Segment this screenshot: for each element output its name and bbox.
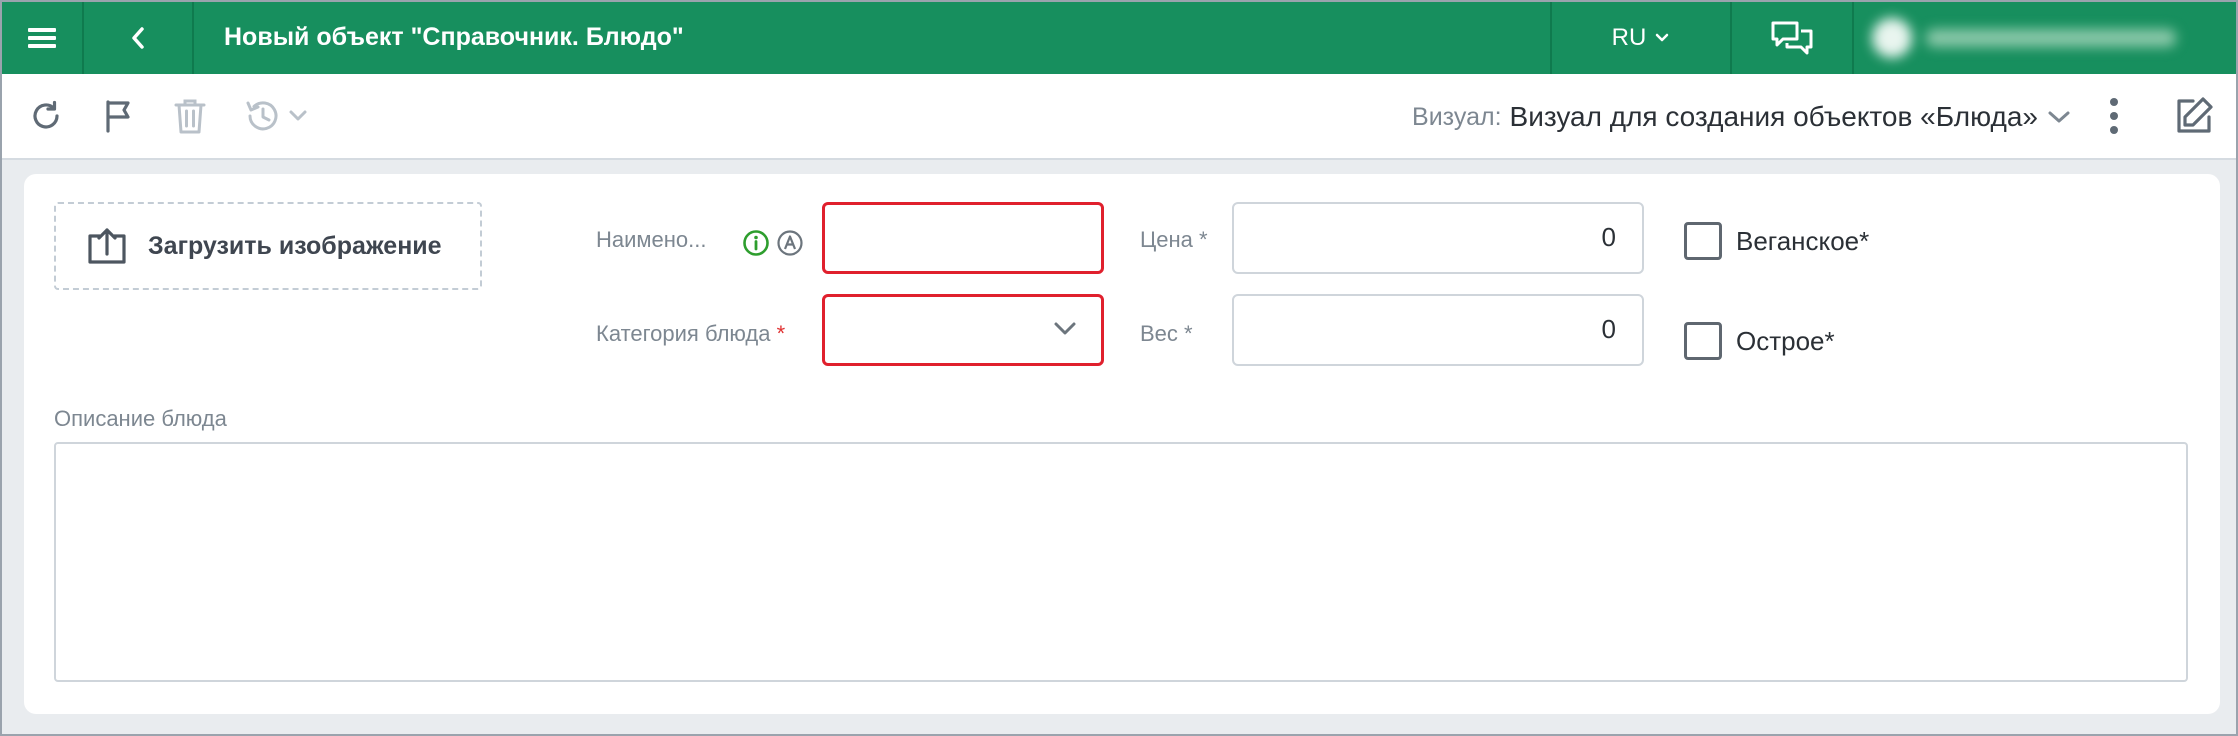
required-mark: * [776, 321, 786, 346]
category-label-text: Категория блюда [596, 321, 771, 346]
upload-icon [88, 228, 126, 264]
app-window: Новый объект "Справочник. Блюдо" RU Визу… [0, 0, 2238, 736]
delete-button[interactable] [168, 94, 212, 138]
edit-button[interactable] [2170, 94, 2218, 138]
top-bar: Новый объект "Справочник. Блюдо" RU [2, 2, 2236, 74]
visual-selector[interactable]: Визуал: Визуал для создания объектов «Бл… [1412, 74, 2072, 160]
menu-button[interactable] [2, 2, 82, 74]
edit-icon [2177, 97, 2213, 133]
chevron-left-icon [132, 27, 144, 49]
refresh-icon [33, 100, 59, 129]
visual-label: Визуал: [1412, 102, 1502, 131]
trash-icon [174, 99, 206, 134]
upload-image-label: Загрузить изображение [148, 231, 442, 260]
name-input[interactable] [822, 202, 1104, 274]
chevron-down-icon [2048, 111, 2070, 123]
user-profile[interactable] [1872, 18, 2212, 58]
history-icon [246, 101, 278, 131]
flag-icon [106, 100, 130, 133]
form-card: Загрузить изображение Наимено... Категор… [24, 174, 2220, 714]
description-textarea[interactable] [54, 442, 2188, 682]
required-mark: * [1199, 227, 1208, 252]
chevron-down-icon [1656, 33, 1669, 42]
auto-translate-icon[interactable] [776, 229, 804, 257]
name-label: Наимено... [596, 227, 707, 252]
weight-label-text: Вес [1140, 321, 1178, 346]
refresh-button[interactable] [24, 94, 68, 138]
upload-image-button[interactable]: Загрузить изображение [54, 202, 482, 290]
info-icon[interactable] [742, 229, 770, 257]
price-input[interactable]: 0 [1232, 202, 1644, 274]
weight-input[interactable]: 0 [1232, 294, 1644, 366]
category-label: Категория блюда * [596, 314, 785, 354]
category-select[interactable] [822, 294, 1104, 366]
spicy-checkbox[interactable] [1684, 322, 1722, 360]
chevron-down-icon [1054, 322, 1076, 335]
vegan-label: Веганское* [1736, 225, 1870, 256]
chat-icon [1771, 21, 1813, 55]
history-button[interactable] [238, 94, 314, 138]
back-button[interactable] [84, 2, 192, 74]
kebab-menu-icon [2110, 98, 2118, 134]
user-name [1926, 29, 2176, 47]
price-label-text: Цена [1140, 227, 1193, 252]
window-title: Новый объект "Справочник. Блюдо" [224, 23, 684, 51]
vegan-checkbox-row[interactable]: Веганское* [1684, 222, 1869, 260]
more-options-button[interactable] [2094, 94, 2134, 138]
chevron-down-icon [289, 110, 307, 121]
language-selector[interactable]: RU [1552, 2, 1730, 74]
description-label: Описание блюда [54, 406, 227, 431]
flag-button[interactable] [96, 94, 140, 138]
chat-button[interactable] [1732, 2, 1852, 74]
vegan-checkbox[interactable] [1684, 222, 1722, 260]
required-mark: * [1184, 321, 1193, 346]
visual-value: Визуал для создания объектов «Блюда» [1509, 101, 2038, 132]
hamburger-icon [28, 28, 56, 48]
weight-label: Вес * [1140, 314, 1193, 354]
price-label: Цена * [1140, 220, 1208, 260]
toolbar: Визуал: Визуал для создания объектов «Бл… [2, 74, 2236, 160]
spicy-checkbox-row[interactable]: Острое* [1684, 322, 1835, 360]
spicy-label: Острое* [1736, 325, 1835, 356]
avatar [1872, 18, 1912, 58]
language-label: RU [1611, 24, 1647, 51]
